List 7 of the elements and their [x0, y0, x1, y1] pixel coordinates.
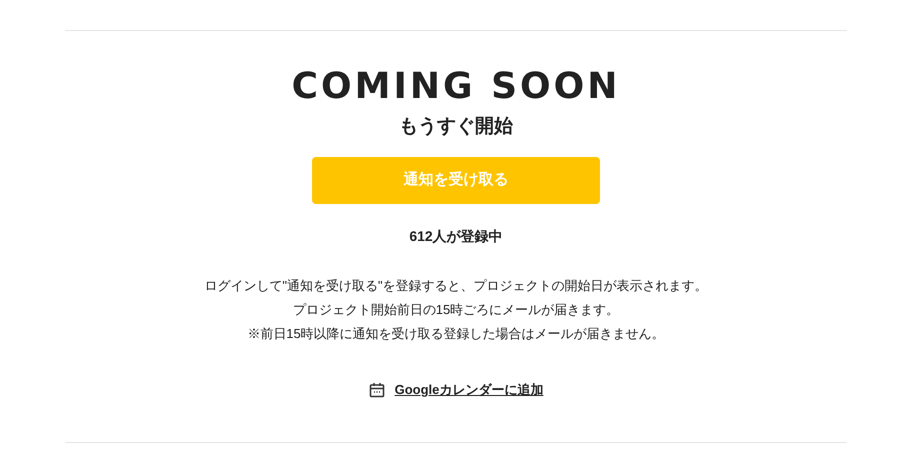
notice-text: ※前日15時以降に通知を受け取る登録した場合はメールが届きません。	[247, 325, 665, 343]
subtitle: もうすぐ開始	[399, 115, 513, 139]
registered-count: 612人が登録中	[409, 227, 503, 246]
notice-text: プロジェクト開始前日の15時ごろにメールが届きます。	[292, 301, 620, 319]
page-title: COMING SOON	[292, 65, 620, 109]
notice-text: ログインして"通知を受け取る"を登録すると、プロジェクトの開始日が表示されます。	[204, 277, 708, 295]
calendar-icon	[368, 382, 385, 398]
